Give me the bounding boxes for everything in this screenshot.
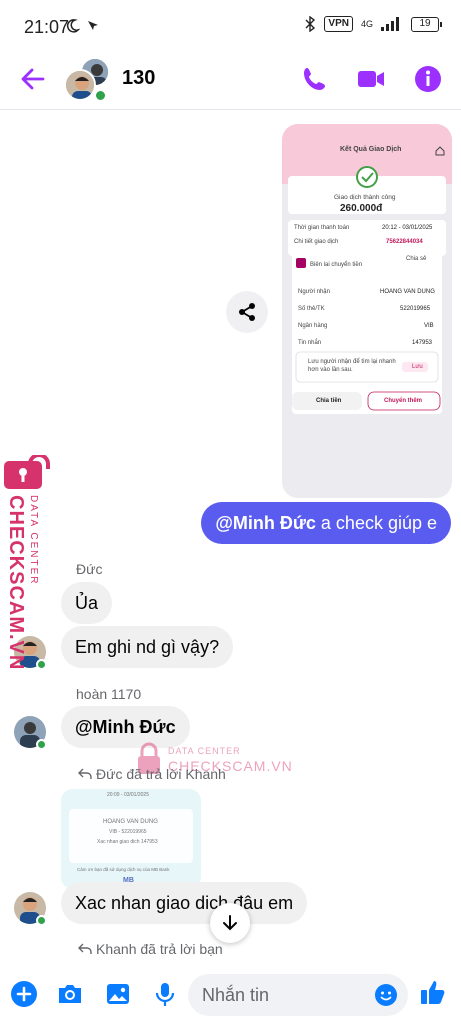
status-bar: 21:07 VPN 4G 19: [0, 0, 461, 52]
watermark-sub: DATA CENTER: [28, 495, 39, 586]
forward-share-button[interactable]: [226, 291, 268, 333]
replied-image[interactable]: 20:09 - 03/01/2025 HOANG VAN DUNG VIB - …: [61, 789, 201, 889]
info-icon[interactable]: [413, 64, 443, 94]
chat-title: 130: [122, 67, 156, 89]
shared-image[interactable]: Kết Quả Giao Dịch Giao dịch thành công 2…: [282, 124, 452, 498]
vpn-badge: VPN: [324, 16, 353, 32]
incoming-message[interactable]: Em ghi nd gì vậy?: [61, 626, 234, 668]
scroll-to-bottom-button[interactable]: [210, 903, 250, 943]
watermark-lock-icon: [4, 455, 50, 489]
reply-icon: [78, 943, 92, 954]
group-avatar[interactable]: [64, 57, 112, 102]
chat-header: 130: [0, 52, 461, 110]
share-icon: [239, 303, 255, 321]
signal-icon: [381, 17, 399, 31]
moon-icon: [66, 19, 80, 33]
network-type: 4G: [360, 19, 373, 29]
home-icon: [435, 146, 445, 156]
screenshot-title: Kết Quả Giao Dịch: [340, 146, 402, 153]
message-composer: Nhắn tin: [0, 968, 461, 1024]
reply-icon: [78, 768, 92, 779]
bluetooth-icon: [305, 16, 316, 32]
online-indicator: [94, 89, 107, 102]
status-time: 21:07: [24, 17, 70, 37]
camera-icon[interactable]: [56, 980, 84, 1008]
battery-icon: 19: [411, 16, 442, 32]
outgoing-message[interactable]: @Minh Đức a check giúp e: [201, 502, 451, 544]
incoming-message[interactable]: Xac nhan giao dich đâu em: [61, 882, 308, 924]
arrow-down-icon: [223, 915, 237, 931]
online-indicator: [36, 915, 47, 926]
screenshot-status: Giao dịch thành công: [334, 194, 396, 201]
gallery-icon[interactable]: [104, 980, 132, 1008]
screenshot-amount: 260.000đ: [340, 203, 383, 214]
video-call-icon[interactable]: [356, 64, 386, 94]
reply-note: Khanh đã trả lời bạn: [78, 941, 223, 957]
online-indicator: [36, 659, 47, 670]
sender-name: hoàn 1170: [76, 686, 142, 702]
plus-circle-icon[interactable]: [10, 980, 38, 1008]
location-arrow-icon: [88, 21, 98, 30]
emoji-icon[interactable]: [374, 983, 398, 1007]
microphone-icon[interactable]: [151, 980, 179, 1008]
online-indicator: [36, 739, 47, 750]
sender-name: Đức: [76, 561, 103, 577]
phone-icon[interactable]: [300, 64, 330, 94]
incoming-message[interactable]: Ủa: [61, 582, 113, 624]
avatar: [64, 69, 96, 101]
thumbs-up-icon[interactable]: [419, 978, 447, 1006]
watermark-brand: CHECKSCAM.VN: [5, 495, 27, 671]
back-arrow-icon[interactable]: [18, 64, 48, 94]
reply-note: Đức đã trả lời Khanh: [78, 766, 226, 782]
